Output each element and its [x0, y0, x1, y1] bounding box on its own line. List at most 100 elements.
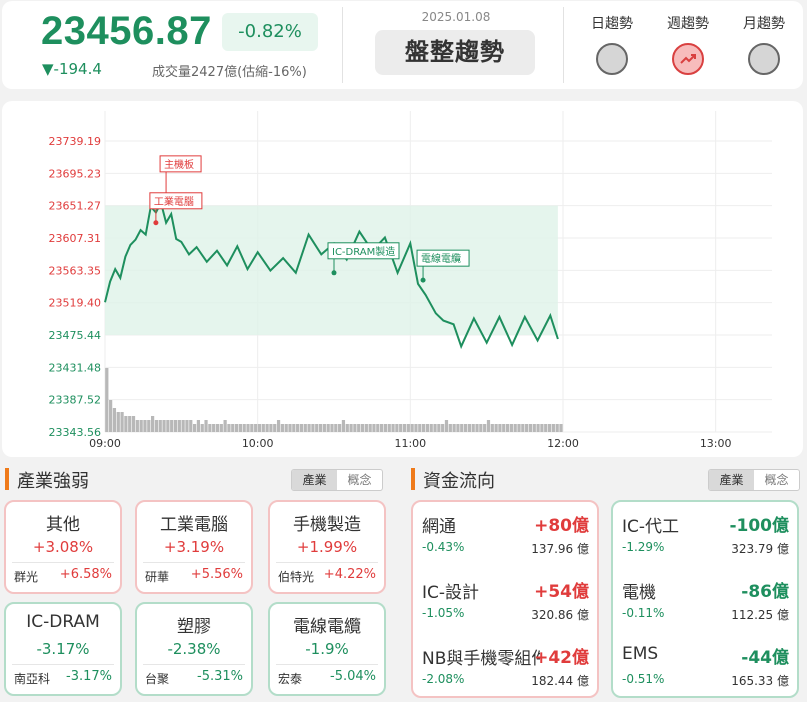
volume-bar [154, 420, 159, 432]
daily-trend-label: 日趨勢 [591, 16, 633, 32]
volume-bar [544, 424, 548, 432]
volume-bar [475, 424, 479, 432]
volume-bar [105, 368, 109, 432]
volume-bar [502, 424, 506, 432]
industry-tile[interactable]: 塑膠 -2.38% 台聚 -5.31% [135, 602, 253, 696]
fund-flow-row[interactable]: 網通 +80億 -0.43% 137.96 億 [413, 502, 597, 568]
volume-bar [109, 400, 113, 432]
fund-flow-row[interactable]: EMS -44億 -0.51% 165.33 億 [613, 634, 797, 700]
volume-bar [330, 424, 334, 432]
volume-bar [231, 424, 235, 432]
industry-tile[interactable]: 其他 +3.08% 群光 +6.58% [4, 500, 122, 594]
volume-bar [395, 424, 399, 432]
volume-bar [483, 424, 487, 432]
fund-flow-amount: -100億 [729, 516, 789, 536]
volume-bar [383, 424, 388, 432]
daily-trend-button[interactable]: 日趨勢 [582, 13, 642, 75]
fund-flow-amount: -44億 [741, 648, 789, 668]
volume-bar [181, 420, 185, 432]
volume-bar [173, 420, 178, 432]
volume-bar [280, 424, 284, 432]
circle-icon [596, 43, 628, 75]
volume-bar [429, 424, 433, 432]
y-tick-label: 23431.48 [49, 361, 102, 374]
monthly-trend-button[interactable]: 月趨勢 [734, 13, 794, 75]
leading-stock-change: -3.17% [66, 669, 112, 684]
volume-bar [284, 424, 288, 432]
volume-bar [204, 420, 208, 432]
industry-tile[interactable]: 電線電纜 -1.9% 宏泰 -5.04% [268, 602, 386, 696]
volume-bar [525, 424, 529, 432]
fund-flow-amount: +42億 [534, 648, 589, 668]
volume-bar [345, 424, 349, 432]
volume-bar [463, 424, 468, 432]
volume-bar [322, 424, 326, 432]
fund-flow-change: -1.05% [422, 606, 465, 620]
toggle-concept[interactable]: 概念 [754, 470, 799, 490]
fund-flow-row[interactable]: 電機 -86億 -0.11% 112.25 億 [613, 568, 797, 634]
leading-stock-change: +5.56% [190, 567, 243, 582]
volume-bar [246, 424, 250, 432]
volume-bar [219, 424, 223, 432]
trend-up-icon [672, 43, 704, 75]
industry-tile[interactable]: 工業電腦 +3.19% 研華 +5.56% [135, 500, 253, 594]
divider [143, 562, 245, 563]
fund-flow-amount: +54億 [534, 582, 589, 602]
volume-bar [402, 424, 407, 432]
volume-bar [147, 420, 151, 432]
industry-tile[interactable]: IC-DRAM -3.17% 南亞科 -3.17% [4, 602, 122, 696]
volume-bar [448, 424, 452, 432]
volume-bar [177, 420, 181, 432]
volume-bar [303, 424, 307, 432]
y-tick-label: 23651.27 [49, 200, 102, 213]
volume-bar [391, 424, 395, 432]
toggle-industry[interactable]: 產業 [709, 470, 754, 490]
divider [276, 664, 378, 665]
volume-bar [406, 424, 410, 432]
volume-bar [551, 424, 555, 432]
fund-flow-title: 資金流向 [423, 471, 495, 492]
volume-bar [444, 420, 449, 432]
x-tick-label: 12:00 [547, 437, 579, 450]
x-tick-label: 11:00 [394, 437, 426, 450]
change-points: ▼-194.4 [42, 60, 102, 78]
fund-flow-industry: EMS [622, 644, 659, 664]
weekly-trend-label: 週趨勢 [667, 16, 709, 32]
toggle-industry[interactable]: 產業 [292, 470, 337, 490]
volume-bar [135, 420, 139, 432]
volume-bar [143, 420, 147, 432]
volume-bar [227, 424, 231, 432]
fund-flow-industry: 電機 [622, 583, 656, 603]
fund-inflow-panel: 網通 +80億 -0.43% 137.96 億 IC-設計 +54億 -1.05% 320.8… [411, 500, 599, 698]
y-tick-label: 23563.35 [49, 264, 102, 277]
fund-flow-turnover: 137.96 億 [531, 542, 589, 556]
volume-bar [521, 424, 525, 432]
volume-bar [166, 420, 170, 432]
volume-bar [399, 424, 403, 432]
volume-bar [185, 420, 189, 432]
divider [563, 7, 564, 83]
leading-stock-name: 南亞科 [14, 672, 51, 686]
fund-flow-row[interactable]: IC-代工 -100億 -1.29% 323.79 億 [613, 502, 797, 568]
weekly-trend-button[interactable]: 週趨勢 [658, 13, 718, 75]
toggle-concept[interactable]: 概念 [337, 470, 382, 490]
leading-stock-name: 宏泰 [278, 672, 303, 686]
industry-tile[interactable]: 手機製造 +1.99% 伯特光 +4.22% [268, 500, 386, 594]
industry-strength-title: 產業強弱 [17, 471, 89, 492]
date-label: 2025.01.08 [421, 10, 491, 24]
y-tick-label: 23607.31 [49, 232, 102, 245]
volume-bar [364, 424, 368, 432]
volume-bar [158, 420, 162, 432]
fund-flow-row[interactable]: NB與手機零組件 +42億 -2.08% 182.44 億 [413, 634, 597, 700]
annotation-label: 工業電腦 [154, 195, 194, 208]
leading-stock-change: +4.22% [323, 567, 376, 582]
fund-flow-industry: IC-代工 [622, 517, 680, 537]
volume-bar [490, 424, 494, 432]
fund-flow-row[interactable]: IC-設計 +54億 -1.05% 320.86 億 [413, 568, 597, 634]
volume-bar [269, 424, 273, 432]
volume-bar [368, 424, 372, 432]
circle-icon [748, 43, 780, 75]
industry-name: IC-DRAM [26, 612, 100, 632]
volume-bar [418, 424, 422, 432]
volume-bar [200, 424, 204, 432]
